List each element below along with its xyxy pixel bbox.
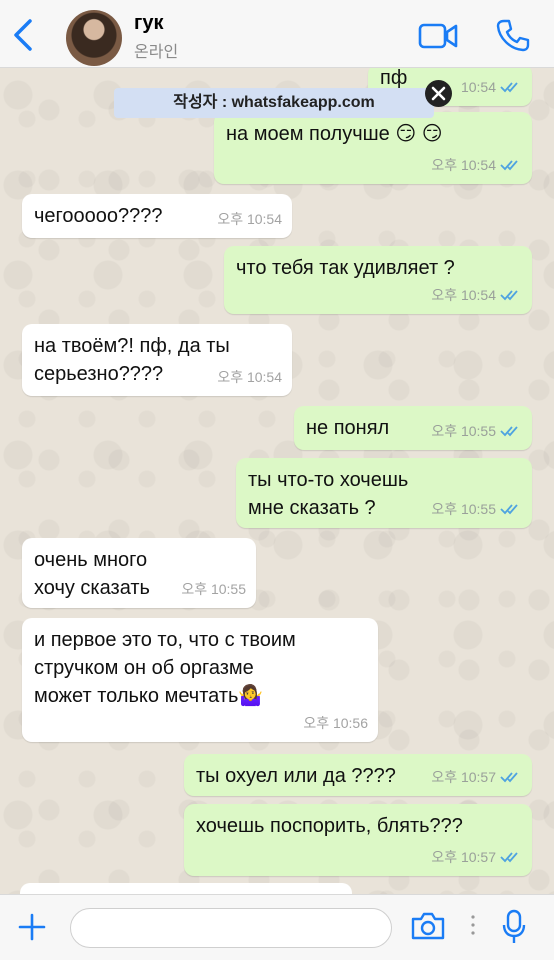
message-time: 오후 10:57 [431, 849, 496, 865]
message-incoming[interactable]: и первое это то, что с твоим стручком он… [22, 618, 378, 742]
double-check-icon [500, 160, 518, 171]
message-time: 오후 10:55 [181, 581, 246, 597]
camera-button[interactable] [410, 911, 446, 941]
message-text: и первое это то, что с твоим стручком он… [34, 629, 296, 707]
double-check-icon [500, 82, 518, 93]
message-time: 오후 10:55 [431, 501, 496, 517]
camera-icon [411, 912, 445, 940]
message-time: 오후 10:54 [217, 369, 282, 385]
microphone-icon [502, 909, 526, 943]
message-incoming[interactable]: чегооооо???? 오후 10:54 [22, 194, 292, 238]
message-incoming[interactable]: очень много хочу сказать 오후 10:55 [22, 538, 256, 608]
message-time: 오후 10:54 [431, 287, 496, 303]
message-time: 오후 10:56 [303, 715, 368, 731]
message-outgoing[interactable]: не понял 오후 10:55 [294, 406, 532, 450]
message-text: на моем получше 😏 😏 [226, 123, 443, 145]
watermark-banner: 작성자 : whatsfakeapp.com [114, 88, 434, 118]
message-outgoing[interactable]: на моем получше 😏 😏 오후 10:54 [214, 112, 532, 184]
input-bar [0, 894, 554, 960]
attach-button[interactable] [18, 913, 46, 941]
double-check-icon [500, 290, 518, 301]
message-outgoing[interactable]: ты охуел или да ???? 오후 10:57 [184, 754, 532, 796]
message-input[interactable] [70, 908, 392, 948]
message-text: хочешь поспорить, блять??? [196, 815, 463, 837]
message-text: что тебя так удивляет ? [236, 257, 455, 279]
message-outgoing[interactable]: ты что-то хочешь мне сказать ? 오후 10:55 [236, 458, 532, 528]
message-time: 오후 10:54 [431, 157, 496, 173]
double-check-icon [500, 504, 518, 515]
double-check-icon [500, 426, 518, 437]
microphone-button[interactable] [502, 909, 526, 945]
watermark-close-button[interactable] [425, 80, 452, 107]
video-call-button[interactable] [418, 22, 458, 50]
voice-call-button[interactable] [496, 18, 530, 52]
separator-dots [471, 913, 475, 937]
back-button[interactable] [10, 18, 36, 52]
message-time: 10:54 [460, 79, 496, 95]
message-time: 오후 10:54 [217, 211, 282, 227]
phone-icon [496, 19, 530, 52]
chat-header: гук 온라인 [0, 0, 554, 68]
contact-status: 온라인 [134, 44, 179, 61]
close-icon [431, 86, 446, 101]
message-outgoing[interactable]: хочешь поспорить, блять??? 오후 10:57 [184, 804, 532, 876]
video-camera-icon [418, 23, 458, 49]
chevron-left-icon [14, 19, 32, 51]
message-time: 오후 10:55 [431, 423, 496, 439]
plus-icon [18, 913, 46, 941]
message-time: 오후 10:57 [431, 769, 496, 785]
message-incoming[interactable]: на твоём?! пф, да ты серьезно???? 오후 10:… [22, 324, 292, 396]
double-check-icon [500, 852, 518, 863]
avatar[interactable] [66, 10, 122, 66]
double-check-icon [500, 772, 518, 783]
contact-name[interactable]: гук [134, 12, 163, 35]
message-outgoing[interactable]: что тебя так удивляет ? 오후 10:54 [224, 246, 532, 314]
